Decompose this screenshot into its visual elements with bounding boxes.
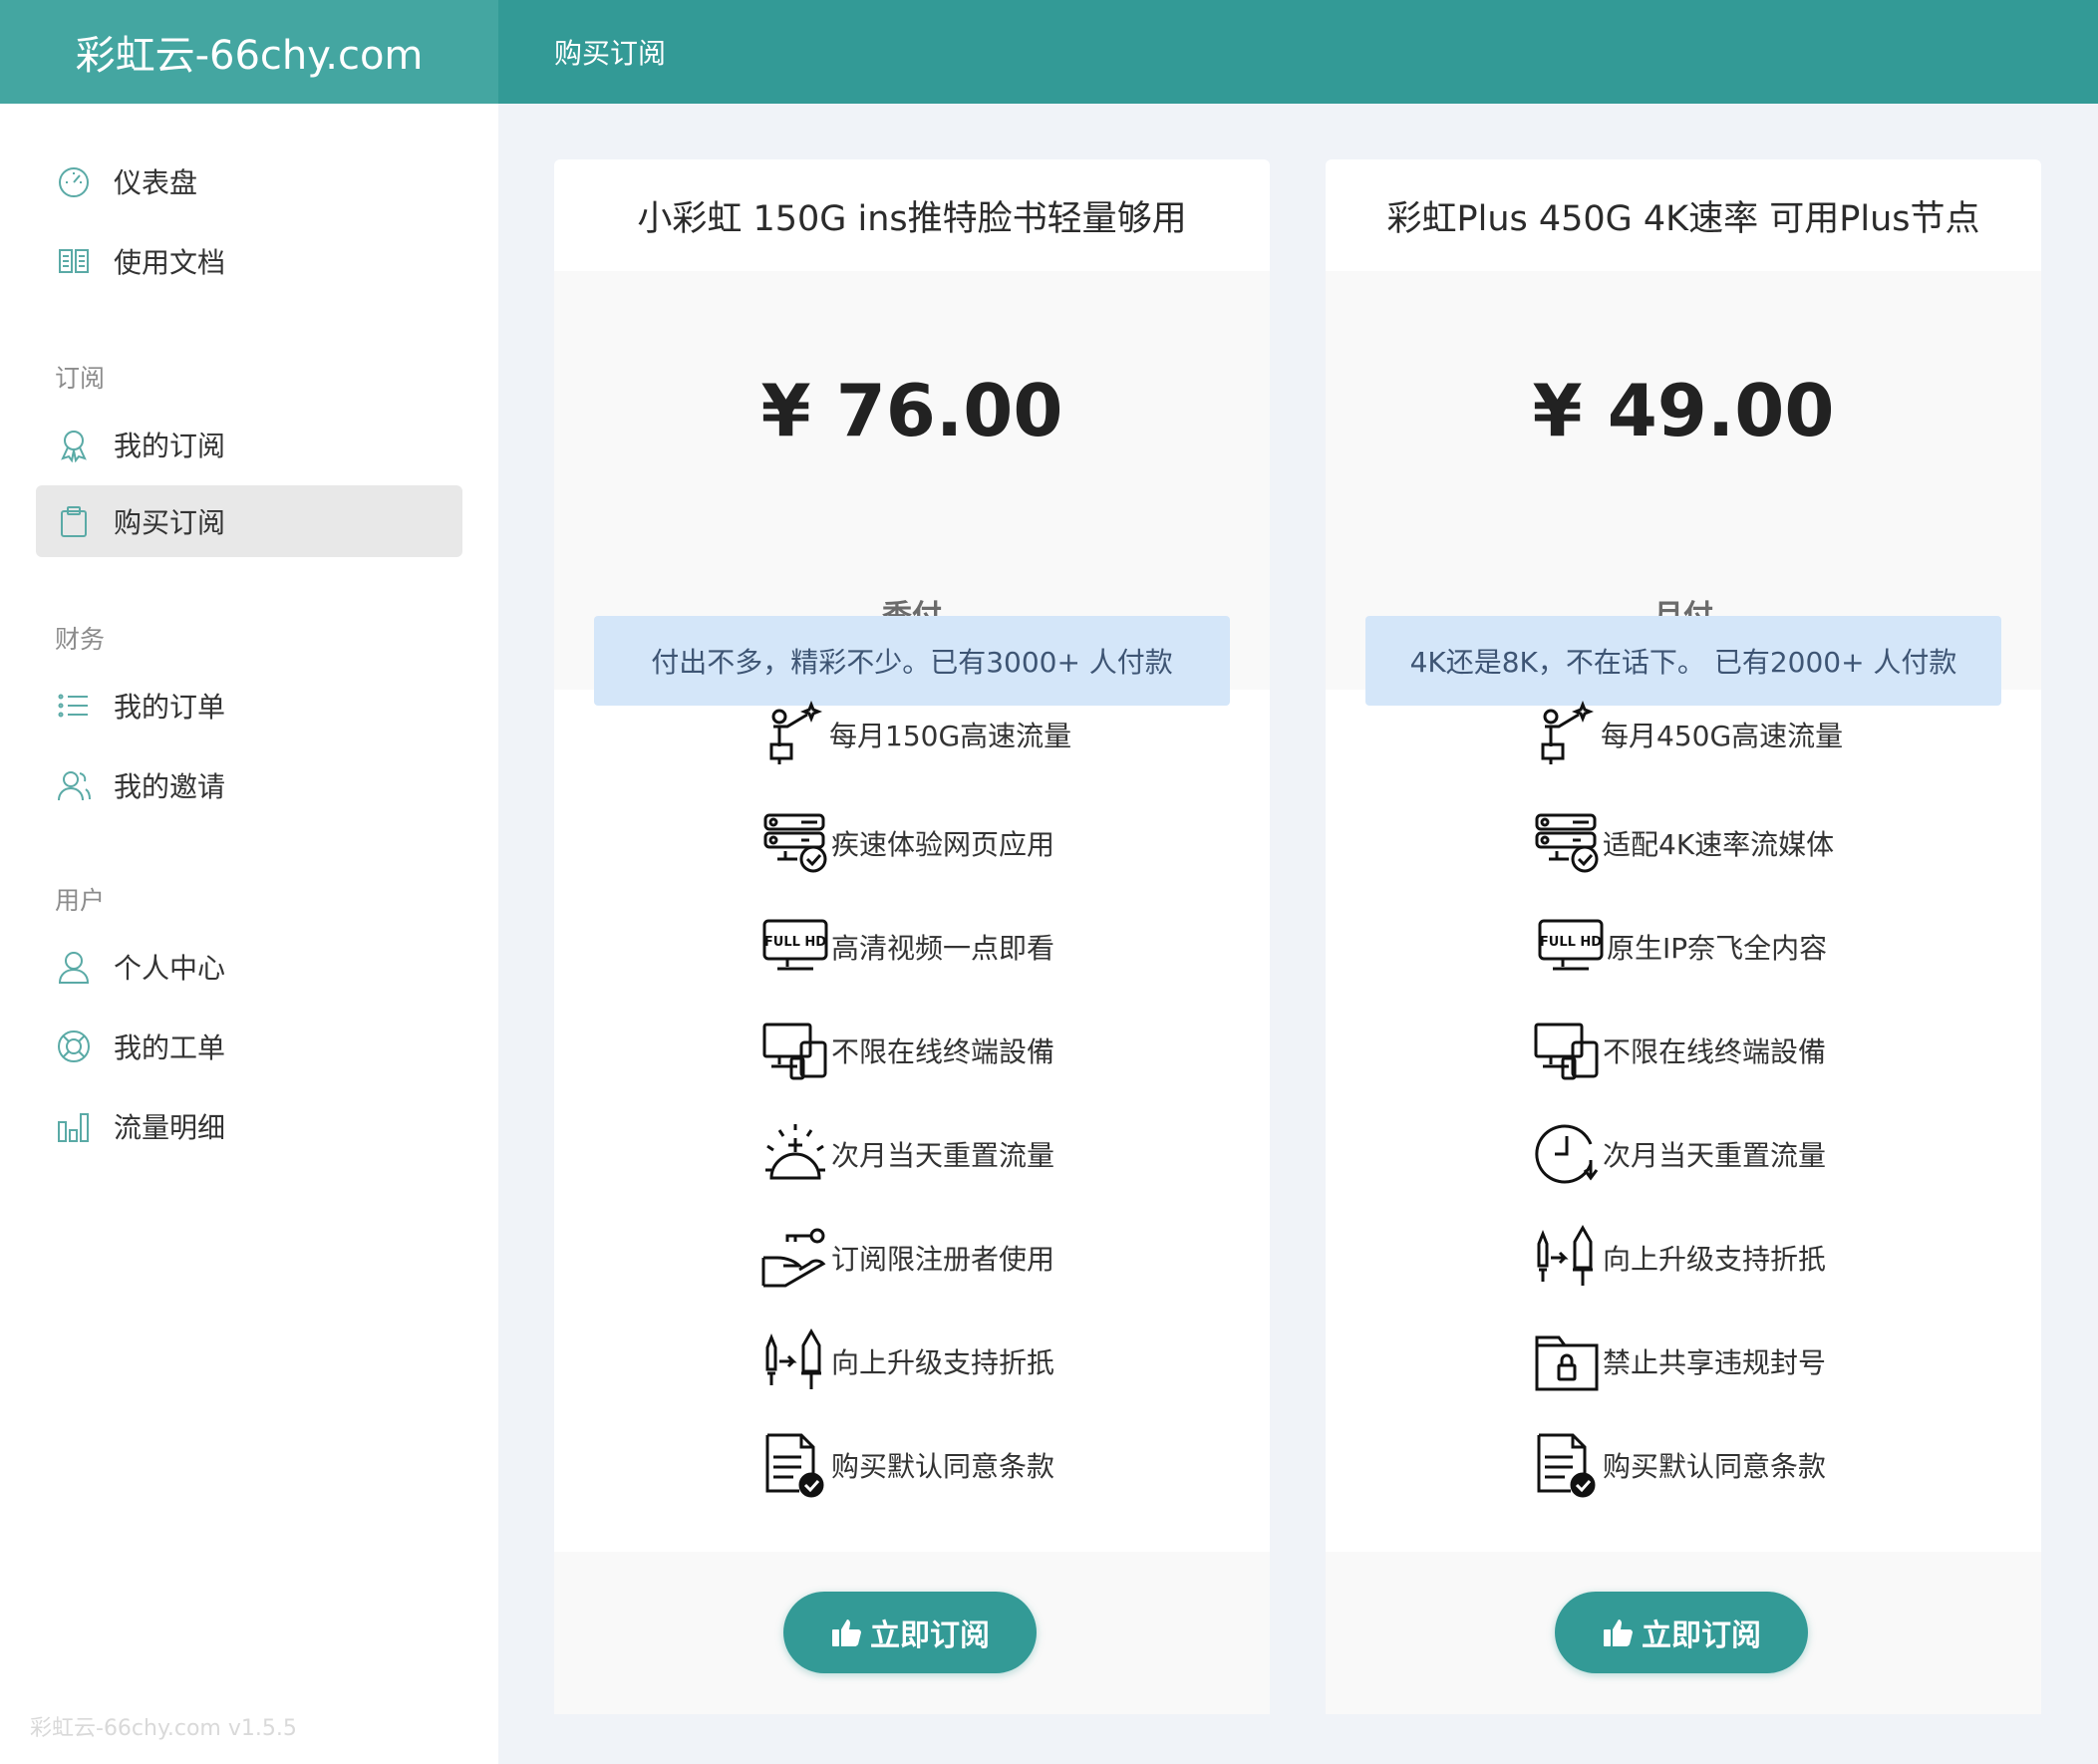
subscribe-label: 立即订阅 <box>1642 1618 1761 1653</box>
svg-text:FULL HD: FULL HD <box>1540 935 1602 950</box>
feature-item: 向上升级支持折扺 <box>761 1326 1054 1396</box>
sidebar-item-traffic[interactable]: 流量明细 <box>36 1090 462 1162</box>
locked-folder-icon <box>1533 1327 1601 1395</box>
plan-banner: 4K还是8K，不在话下。 已有2000+ 人付款 <box>1365 616 2001 706</box>
full-hd-monitor-icon: FULL HD <box>1537 913 1605 981</box>
feature-item: 购买默认同意条款 <box>761 1430 1054 1500</box>
feature-text: 原生IP奈飞全内容 <box>1607 932 1828 965</box>
thumbs-up-icon <box>1602 1617 1634 1648</box>
sunrise-icon <box>761 1120 829 1188</box>
sidebar-item-label: 我的订单 <box>114 691 226 724</box>
feature-item: 向上升级支持折扺 <box>1533 1223 1826 1293</box>
section-heading-subscription: 订阅 <box>55 364 106 393</box>
section-heading-finance: 财务 <box>55 625 106 654</box>
feature-item: 不限在线终端設備 <box>761 1016 1054 1085</box>
list-icon <box>56 688 92 724</box>
sidebar-item-my-subscription[interactable]: 我的订阅 <box>36 409 462 480</box>
page-title: 购买订阅 <box>554 37 667 70</box>
feature-item: 禁止共享违规封号 <box>1533 1326 1826 1396</box>
feature-item: 每月150G高速流量 <box>759 700 1071 769</box>
sidebar-item-docs[interactable]: 使用文档 <box>36 225 462 297</box>
feature-item: 疾速体验网页应用 <box>761 808 1054 878</box>
award-icon <box>56 427 92 463</box>
subscribe-button[interactable]: 立即订阅 <box>783 1592 1037 1673</box>
sidebar-item-orders[interactable]: 我的订单 <box>36 670 462 741</box>
sidebar-item-label: 仪表盘 <box>114 166 198 199</box>
plan-title: 彩虹Plus 450G 4K速率 可用Plus节点 <box>1386 198 1980 239</box>
feature-item: 订阅限注册者使用 <box>761 1223 1054 1293</box>
feature-text: 禁止共享违规封号 <box>1603 1346 1827 1379</box>
plan-card-1: 小彩虹 150G ins推特脸书轻量够用 ¥ 76.00 季付 付出不多，精彩不… <box>554 159 1270 1714</box>
sidebar-item-profile[interactable]: 个人中心 <box>36 931 462 1003</box>
lifebuoy-icon <box>56 1029 92 1064</box>
feature-text: 适配4K速率流媒体 <box>1603 828 1835 861</box>
bar-chart-icon <box>56 1108 92 1144</box>
sidebar-item-label: 使用文档 <box>114 246 226 279</box>
upgrade-sword-icon <box>1533 1224 1601 1292</box>
feature-item: FULL HD 高清视频一点即看 <box>761 912 1054 982</box>
devices-icon <box>1533 1017 1601 1084</box>
feature-text: 高清视频一点即看 <box>831 932 1055 965</box>
users-icon <box>56 767 92 803</box>
feature-item: 每月450G高速流量 <box>1531 700 1843 769</box>
sidebar-item-label: 我的邀请 <box>114 770 226 803</box>
section-heading-user: 用户 <box>55 886 106 915</box>
plan-title: 小彩虹 150G ins推特脸书轻量够用 <box>637 198 1187 239</box>
feature-text: 每月150G高速流量 <box>829 720 1072 752</box>
clock-icon <box>1533 1120 1601 1188</box>
plan-banner: 付出不多，精彩不少。已有3000+ 人付款 <box>594 616 1230 706</box>
book-icon <box>56 243 92 279</box>
plan-price: ¥ 49.00 <box>1532 369 1835 452</box>
feature-text: 次月当天重置流量 <box>1603 1139 1827 1172</box>
dashboard-icon <box>56 163 92 199</box>
feature-text: 不限在线终端設備 <box>831 1035 1055 1068</box>
version-footer: 彩虹云-66chy.com v1.5.5 <box>30 1716 297 1741</box>
sidebar-item-dashboard[interactable]: 仪表盘 <box>36 146 462 217</box>
feature-text: 每月450G高速流量 <box>1601 720 1844 752</box>
astronomer-icon <box>759 700 827 768</box>
clipboard-icon <box>56 503 92 539</box>
plan-price: ¥ 76.00 <box>760 369 1063 452</box>
feature-item: 次月当天重置流量 <box>1533 1119 1826 1189</box>
feature-item: 不限在线终端設備 <box>1533 1016 1826 1085</box>
feature-item: 购买默认同意条款 <box>1533 1430 1826 1500</box>
feature-text: 购买默认同意条款 <box>1603 1450 1827 1483</box>
astronomer-icon <box>1531 700 1599 768</box>
feature-text: 不限在线终端設備 <box>1603 1035 1827 1068</box>
top-header: 彩虹云-66chy.com 购买订阅 <box>0 0 2098 104</box>
feature-item: FULL HD 原生IP奈飞全内容 <box>1537 912 1827 982</box>
hand-key-icon <box>761 1224 829 1292</box>
server-check-icon <box>1533 809 1601 877</box>
feature-text: 订阅限注册者使用 <box>831 1243 1055 1276</box>
sidebar: 仪表盘 使用文档 订阅 我的订阅 购买订阅 财务 我的订单 我的邀请 用户 个人… <box>0 104 498 1764</box>
feature-text: 疾速体验网页应用 <box>831 828 1055 861</box>
sidebar-item-label: 我的订阅 <box>114 430 226 462</box>
document-check-icon <box>761 1431 829 1499</box>
server-check-icon <box>761 809 829 877</box>
feature-text: 购买默认同意条款 <box>831 1450 1055 1483</box>
subscribe-button[interactable]: 立即订阅 <box>1555 1592 1808 1673</box>
devices-icon <box>761 1017 829 1084</box>
sidebar-item-invites[interactable]: 我的邀请 <box>36 749 462 821</box>
subscribe-label: 立即订阅 <box>870 1618 990 1653</box>
upgrade-sword-icon <box>761 1327 829 1395</box>
plan-card-2: 彩虹Plus 450G 4K速率 可用Plus节点 ¥ 49.00 月付 4K还… <box>1326 159 2041 1714</box>
feature-text: 向上升级支持折扺 <box>1603 1243 1827 1276</box>
sidebar-item-tickets[interactable]: 我的工单 <box>36 1011 462 1082</box>
feature-text: 向上升级支持折扺 <box>831 1346 1055 1379</box>
full-hd-monitor-icon: FULL HD <box>761 913 829 981</box>
sidebar-item-label: 流量明细 <box>114 1111 226 1144</box>
feature-text: 次月当天重置流量 <box>831 1139 1055 1172</box>
user-icon <box>56 949 92 985</box>
sidebar-item-label: 购买订阅 <box>114 506 226 539</box>
thumbs-up-icon <box>830 1617 862 1648</box>
sidebar-item-label: 我的工单 <box>114 1031 226 1064</box>
brand-logo[interactable]: 彩虹云-66chy.com <box>0 0 498 104</box>
sidebar-item-buy-subscription[interactable]: 购买订阅 <box>36 485 462 557</box>
feature-item: 适配4K速率流媒体 <box>1533 808 1834 878</box>
feature-item: 次月当天重置流量 <box>761 1119 1054 1189</box>
document-check-icon <box>1533 1431 1601 1499</box>
sidebar-item-label: 个人中心 <box>114 952 226 985</box>
svg-text:FULL HD: FULL HD <box>764 935 826 950</box>
